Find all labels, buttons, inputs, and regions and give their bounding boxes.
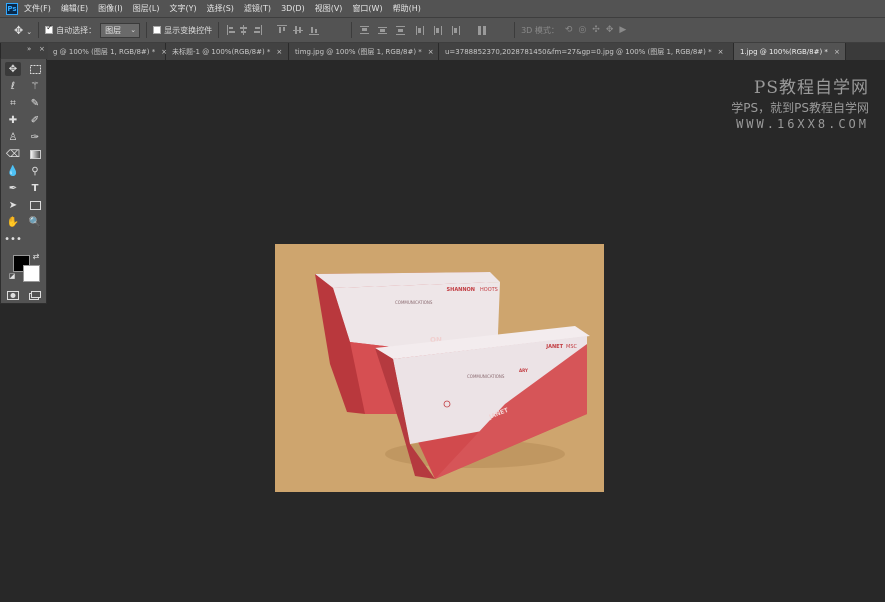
tools-panel: » × ✥ ℓ ⚚ ⌗ ✎ ✚ ✐ ♙ ✑ ⌫ 💧 ⚲ ✒ T ➤ ✋ 🔍 ••…: [0, 43, 48, 304]
3d-slide-icon[interactable]: ✥: [606, 25, 614, 35]
screen-mode-icon[interactable]: [27, 288, 43, 302]
menu-type[interactable]: 文字(Y): [169, 3, 196, 14]
menu-window[interactable]: 窗口(W): [352, 3, 382, 14]
menu-help[interactable]: 帮助(H): [393, 3, 421, 14]
tab-label: 1.jpg @ 100%(RGB/8#) *: [740, 47, 828, 56]
quick-mask-icon[interactable]: [5, 288, 21, 302]
pen-tool-icon[interactable]: ✒: [5, 181, 21, 195]
menu-edit[interactable]: 编辑(E): [61, 3, 88, 14]
divider: [218, 22, 220, 38]
dropdown-value: 图层: [105, 25, 122, 35]
3d-roll-icon[interactable]: ◎: [578, 25, 586, 35]
divider: [38, 22, 40, 38]
tab-document-4[interactable]: u=3788852370,2028781450&fm=27&gp=0.jpg @…: [439, 43, 734, 60]
tab-label: g @ 100% (图层 1, RGB/8#) *: [53, 47, 156, 56]
3d-rotate-icon[interactable]: ⟲: [565, 25, 573, 35]
gradient-tool-icon[interactable]: [27, 147, 43, 161]
watermark-url: WWW.16XX8.COM: [736, 117, 869, 131]
lasso-tool-icon[interactable]: ℓ: [5, 79, 21, 93]
options-bar: ✥⌄ 自动选择： 图层 ⌄ 显示变换控件 3D 模式： ⟲ ◎ ✣ ✥ ▶: [0, 17, 885, 43]
collapse-panel-icon[interactable]: »: [27, 45, 31, 53]
back-box-subtitle: COMMUNICATIONS: [395, 300, 433, 305]
photoshop-logo-icon: Ps: [6, 2, 18, 15]
zoom-tool-icon[interactable]: 🔍: [27, 215, 43, 229]
tab-label: timg.jpg @ 100% (图层 1, RGB/8#) *: [295, 47, 422, 56]
eyedropper-tool-icon[interactable]: ✎: [27, 96, 43, 110]
path-selection-tool-icon[interactable]: ➤: [5, 198, 21, 212]
site-watermark: PS教程自学网 学PS，就到PS教程自学网 WWW.16XX8.COM: [731, 73, 869, 131]
tab-document-active[interactable]: 1.jpg @ 100%(RGB/8#) * ×: [734, 43, 846, 60]
type-tool-icon[interactable]: T: [27, 181, 43, 195]
healing-brush-tool-icon[interactable]: ✚: [5, 113, 21, 127]
move-tool-icon[interactable]: ✥: [5, 62, 21, 76]
blur-tool-icon[interactable]: 💧: [5, 164, 21, 178]
tools-panel-header: » ×: [1, 43, 48, 59]
tab-label: 未标题-1 @ 100%(RGB/8#) *: [172, 47, 271, 56]
red-book-boxes-photo: SHANNON HOOTS COMMUNICATIONS ON JANET MS…: [315, 272, 590, 479]
distribute-buttons-group[interactable]: [358, 24, 508, 36]
more-tools-icon[interactable]: •••: [4, 232, 22, 246]
magic-wand-tool-icon[interactable]: ⚚: [27, 79, 43, 93]
marquee-tool-icon[interactable]: [27, 62, 43, 76]
tab-document-3[interactable]: timg.jpg @ 100% (图层 1, RGB/8#) * ×: [289, 43, 439, 60]
crop-tool-icon[interactable]: ⌗: [5, 96, 21, 110]
3d-scale-icon[interactable]: ▶: [619, 25, 626, 35]
menu-image[interactable]: 图像(I): [98, 3, 123, 14]
background-color-swatch[interactable]: [23, 265, 40, 282]
watermark-slogan: 学PS，就到PS教程自学网: [731, 101, 869, 115]
menu-file[interactable]: 文件(F): [24, 3, 51, 14]
tab-document-1[interactable]: g @ 100% (图层 1, RGB/8#) * ×: [47, 43, 167, 60]
menu-view[interactable]: 视图(V): [315, 3, 343, 14]
eraser-tool-icon[interactable]: ⌫: [5, 147, 21, 161]
front-box-subtitle: COMMUNICATIONS: [467, 374, 505, 379]
3d-mode-label: 3D 模式：: [521, 25, 559, 35]
front-box-subtitle-bold: ARY: [519, 368, 528, 373]
show-transform-checkbox[interactable]: [153, 26, 162, 34]
back-box-brand-tail: HOOTS: [480, 287, 498, 293]
back-box-brand: SHANNON: [447, 287, 475, 293]
default-colors-icon[interactable]: ◪: [7, 271, 17, 281]
tab-document-2[interactable]: 未标题-1 @ 100%(RGB/8#) * ×: [166, 43, 289, 60]
move-tool-preset-icon[interactable]: ✥ ⌄: [14, 24, 32, 37]
swap-colors-icon[interactable]: ⇄: [31, 251, 41, 261]
divider: [146, 22, 148, 38]
tab-label: u=3788852370,2028781450&fm=27&gp=0.jpg @…: [445, 47, 712, 56]
front-box-brand: JANET: [545, 344, 563, 350]
close-icon[interactable]: ×: [718, 48, 724, 56]
document-canvas-image[interactable]: SHANNON HOOTS COMMUNICATIONS ON JANET MS…: [275, 244, 604, 492]
history-brush-tool-icon[interactable]: ✑: [27, 130, 43, 144]
menu-bar: Ps 文件(F) 编辑(E) 图像(I) 图层(L) 文字(Y) 选择(S) 滤…: [0, 0, 885, 17]
watermark-title: PS教程自学网: [753, 78, 869, 98]
brush-tool-icon[interactable]: ✐: [27, 113, 43, 127]
hand-tool-icon[interactable]: ✋: [5, 215, 21, 229]
close-icon[interactable]: ×: [834, 48, 840, 56]
menu-3d[interactable]: 3D(D): [281, 4, 305, 13]
close-icon[interactable]: ×: [428, 48, 434, 56]
chevron-down-icon: ⌄: [130, 25, 137, 34]
menu-select[interactable]: 选择(S): [207, 3, 234, 14]
close-icon[interactable]: ×: [276, 48, 282, 56]
auto-select-label: 自动选择：: [56, 25, 97, 35]
rectangle-tool-icon[interactable]: [27, 198, 43, 212]
auto-select-target-dropdown[interactable]: 图层 ⌄: [100, 22, 141, 38]
dodge-tool-icon[interactable]: ⚲: [27, 164, 43, 178]
menu-filter[interactable]: 滤镜(T): [244, 3, 271, 14]
clone-stamp-tool-icon[interactable]: ♙: [5, 130, 21, 144]
divider: [514, 22, 516, 38]
close-icon[interactable]: ×: [39, 45, 45, 53]
menu-layer[interactable]: 图层(L): [133, 3, 160, 14]
align-buttons-group[interactable]: [225, 24, 345, 36]
divider: [351, 22, 353, 38]
show-transform-label: 显示变换控件: [164, 25, 213, 35]
front-box-brand-tail: MSC: [566, 344, 577, 350]
auto-select-checkbox[interactable]: [45, 23, 54, 34]
3d-drag-icon[interactable]: ✣: [592, 25, 600, 35]
document-tab-bar: g @ 100% (图层 1, RGB/8#) * × 未标题-1 @ 100%(…: [47, 43, 885, 60]
